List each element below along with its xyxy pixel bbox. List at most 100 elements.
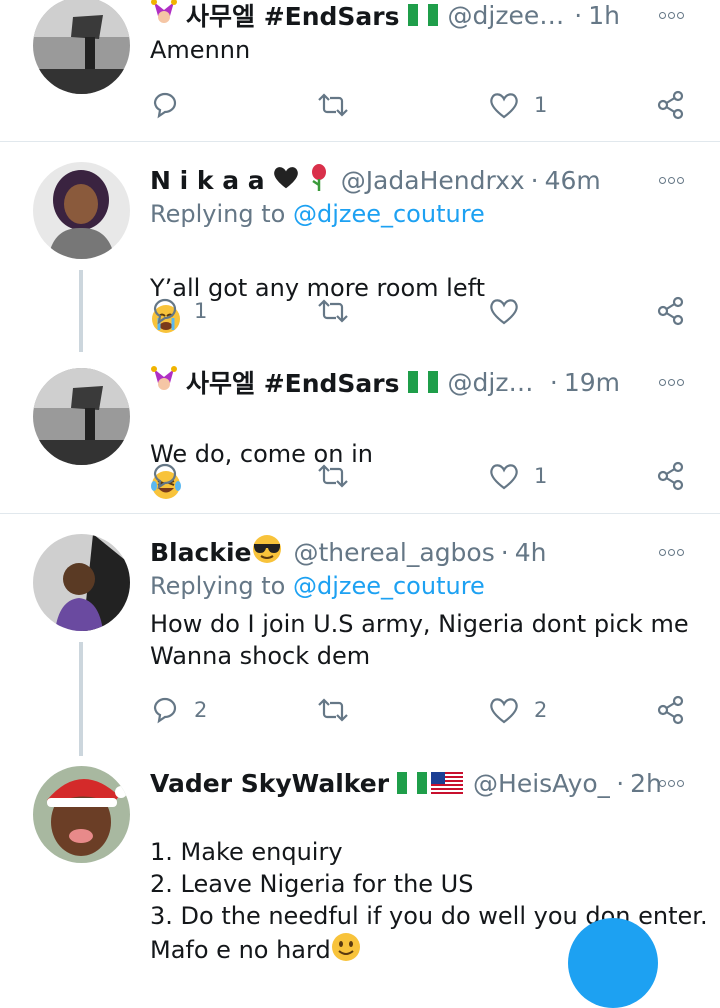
reply-icon: [153, 92, 177, 119]
handle[interactable]: @thereal_agbos: [293, 538, 494, 567]
share-button[interactable]: [656, 458, 686, 494]
like-button[interactable]: 1: [488, 458, 547, 494]
display-name[interactable]: 사무엘 #EndSars: [186, 0, 400, 33]
smiling-face-icon: [331, 932, 361, 970]
more-options-icon[interactable]: [657, 0, 684, 30]
reply-count: 2: [194, 698, 208, 722]
replying-to-link[interactable]: @djzee_couture: [293, 200, 485, 228]
nigeria-flag-icon: [397, 772, 428, 794]
retweet-icon: [318, 698, 348, 722]
separator-dot: ·: [549, 367, 558, 397]
reply-button[interactable]: [150, 87, 194, 123]
tweet-header: 사무엘 #EndSars @djzee_c... · 1h: [150, 0, 620, 32]
heart-icon: [490, 698, 518, 724]
sunglasses-face-icon: [251, 534, 283, 570]
tweet-1[interactable]: 사무엘 #EndSars @djzee_c... · 1h Amennn 1: [0, 0, 720, 142]
separator-dot: ·: [500, 537, 509, 567]
avatar[interactable]: [33, 0, 130, 94]
replying-to-label: Replying to: [150, 200, 286, 228]
tweet-header: 사무엘 #EndSars @djzee... · 19m: [150, 365, 620, 399]
retweet-icon: [318, 93, 348, 117]
reply-button[interactable]: 1: [150, 293, 207, 329]
jester-emoji-icon: [150, 0, 178, 32]
display-name[interactable]: Vader SkyWalker: [150, 769, 389, 798]
display-name[interactable]: 사무엘 #EndSars: [186, 364, 400, 400]
reply-icon: [153, 697, 177, 724]
retweet-button[interactable]: [316, 458, 350, 494]
retweet-icon: [318, 299, 348, 323]
replying-to: Replying to @djzee_couture: [150, 572, 485, 600]
tweet-header: Vader SkyWalker @HeisAyo_ · 2h: [150, 766, 662, 800]
action-bar: 1: [150, 458, 690, 494]
action-bar: 1: [150, 87, 690, 123]
tweet-header: N i k a a @JadaHendrxx · 46m: [150, 163, 601, 197]
retweet-icon: [318, 464, 348, 488]
thread-line: [79, 642, 83, 756]
share-button[interactable]: [656, 293, 686, 329]
tweet-text: How do I join U.S army, Nigeria dont pic…: [150, 610, 689, 670]
more-options-icon[interactable]: [657, 367, 684, 397]
handle[interactable]: @djzee...: [448, 368, 544, 397]
retweet-button[interactable]: [316, 87, 350, 123]
like-count: 2: [534, 698, 548, 722]
replying-to-link[interactable]: @djzee_couture: [293, 572, 485, 600]
more-options-icon[interactable]: [657, 537, 684, 567]
reply-button[interactable]: [150, 458, 194, 494]
action-bar: 2 2: [150, 692, 690, 728]
display-name[interactable]: Blackie: [150, 538, 251, 567]
share-icon: [657, 90, 684, 120]
heart-icon: [490, 464, 518, 490]
heart-icon: [490, 93, 518, 119]
rose-icon: [307, 163, 331, 197]
timestamp[interactable]: 4h: [515, 538, 547, 567]
tweet-text: Amennn: [150, 36, 251, 64]
like-count: 1: [534, 93, 548, 117]
display-name[interactable]: N i k a a: [150, 166, 265, 195]
share-icon: [657, 695, 684, 725]
share-button[interactable]: [656, 692, 686, 728]
timestamp[interactable]: 19m: [564, 368, 620, 397]
heart-icon: [490, 299, 518, 325]
like-button[interactable]: [488, 293, 534, 329]
action-bar: 1: [150, 293, 690, 329]
more-options-icon[interactable]: [657, 768, 684, 798]
separator-dot: ·: [530, 165, 539, 195]
jester-emoji-icon: [150, 365, 178, 399]
handle[interactable]: @djzee_c...: [448, 1, 569, 30]
share-button[interactable]: [656, 87, 686, 123]
retweet-button[interactable]: [316, 293, 350, 329]
black-heart-icon: [271, 163, 301, 197]
avatar[interactable]: [33, 162, 130, 259]
reply-button[interactable]: 2: [150, 692, 207, 728]
like-button[interactable]: 1: [488, 87, 547, 123]
us-flag-icon: [431, 772, 464, 794]
avatar[interactable]: [33, 766, 130, 863]
compose-tweet-button[interactable]: [568, 918, 658, 1008]
tweet-2[interactable]: N i k a a @JadaHendrxx · 46m Replying to…: [0, 142, 720, 352]
reply-icon: [153, 298, 177, 325]
replying-to-label: Replying to: [150, 572, 286, 600]
like-count: 1: [534, 464, 548, 488]
replying-to: Replying to @djzee_couture: [150, 200, 485, 228]
more-options-icon[interactable]: [657, 165, 684, 195]
tweet-4[interactable]: Blackie @thereal_agbos · 4h Replying to …: [0, 514, 720, 756]
thread-line: [79, 270, 83, 352]
share-icon: [657, 296, 684, 326]
separator-dot: ·: [574, 0, 583, 30]
nigeria-flag-icon: [407, 4, 438, 26]
handle[interactable]: @HeisAyo_: [473, 769, 610, 798]
nigeria-flag-icon: [407, 371, 438, 393]
separator-dot: ·: [616, 768, 625, 798]
avatar[interactable]: [33, 534, 130, 631]
like-button[interactable]: 2: [488, 692, 547, 728]
timestamp[interactable]: 1h: [588, 1, 620, 30]
timestamp[interactable]: 46m: [545, 166, 601, 195]
tweet-3[interactable]: 사무엘 #EndSars @djzee... · 19m We do, come…: [0, 352, 720, 514]
retweet-button[interactable]: [316, 692, 350, 728]
share-icon: [657, 461, 684, 491]
reply-count: 1: [194, 299, 208, 323]
reply-icon: [153, 463, 177, 490]
handle[interactable]: @JadaHendrxx: [341, 166, 525, 195]
tweet-header: Blackie @thereal_agbos · 4h: [150, 535, 546, 569]
avatar[interactable]: [33, 368, 130, 465]
